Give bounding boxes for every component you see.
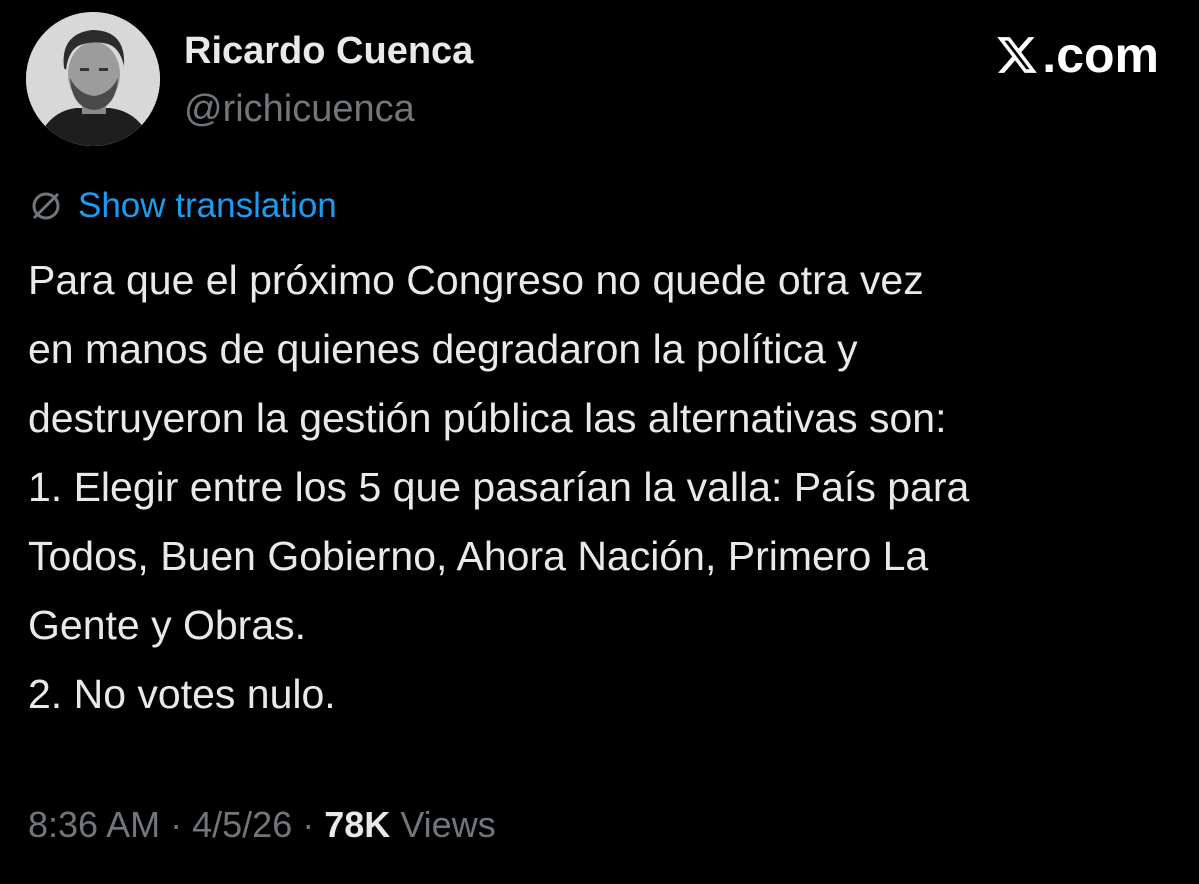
author-handle[interactable]: @richicuenca <box>184 88 415 131</box>
tweet-line: Para que el próximo Congreso no quede ot… <box>28 257 924 303</box>
tweet-line: 2. No votes nulo. <box>28 671 336 717</box>
avatar[interactable] <box>26 12 160 146</box>
brand-watermark: .com <box>994 26 1159 84</box>
tweet-line: 1. Elegir entre los 5 que pasarían la va… <box>28 464 970 510</box>
tweet-meta: 8:36 AM · 4/5/26 · 78K Views <box>28 804 496 846</box>
meta-separator: · <box>170 804 183 845</box>
tweet-card: Ricardo Cuenca @richicuenca .com Show tr… <box>0 0 1199 884</box>
brand-suffix: .com <box>1042 27 1159 83</box>
tweet-text: Para que el próximo Congreso no quede ot… <box>28 246 1178 729</box>
x-logo-icon <box>997 37 1038 73</box>
tweet-line: en manos de quienes degradaron la políti… <box>28 326 858 372</box>
tweet-date[interactable]: 4/5/26 <box>192 804 292 845</box>
tweet-line: Todos, Buen Gobierno, Ahora Nación, Prim… <box>28 533 929 579</box>
show-translation-button[interactable]: Show translation <box>28 186 337 226</box>
views-count[interactable]: 78K <box>324 804 390 845</box>
avatar-image <box>26 12 160 146</box>
tweet-time[interactable]: 8:36 AM <box>28 804 160 845</box>
tweet-line: destruyeron la gestión pública las alter… <box>28 395 947 441</box>
globe-icon <box>32 192 60 220</box>
author-name[interactable]: Ricardo Cuenca <box>184 30 473 73</box>
show-translation-label: Show translation <box>78 186 337 225</box>
meta-separator: · <box>302 804 315 845</box>
views-label[interactable]: Views <box>400 804 495 845</box>
tweet-line: Gente y Obras. <box>28 602 307 648</box>
